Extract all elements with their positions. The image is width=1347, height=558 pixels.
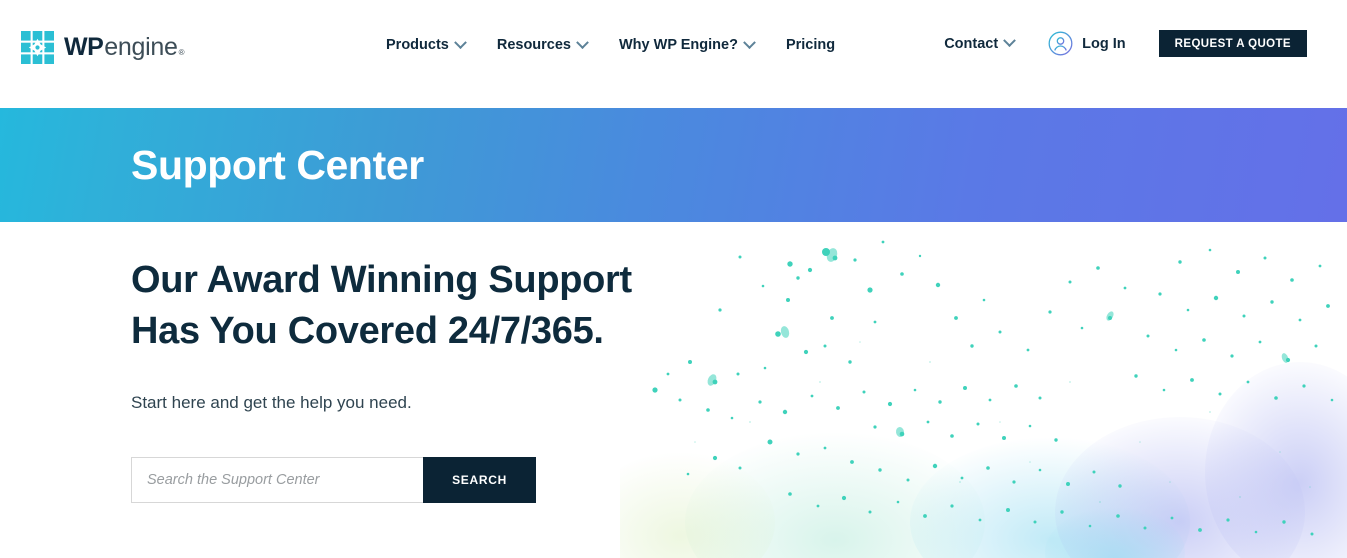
nav-label-resources: Resources — [496, 37, 571, 53]
nav-item-products[interactable]: Products — [386, 34, 467, 56]
watercolor-splatter-artwork — [620, 222, 1347, 558]
subheadline-text: Start here and get the help you need. — [131, 393, 412, 413]
nav-item-why-wp-engine[interactable]: Why WP Engine? — [619, 34, 756, 56]
request-a-quote-button[interactable]: REQUEST A QUOTE — [1158, 30, 1307, 57]
nav-label-contact: Contact — [944, 35, 999, 52]
search-button[interactable]: SEARCH — [423, 457, 536, 504]
headline-line-2: Has You Covered 24/7/365. — [131, 309, 604, 352]
nav-item-resources[interactable]: Resources — [496, 34, 589, 56]
chevron-down-icon — [1003, 34, 1017, 48]
chevron-down-icon — [743, 35, 756, 49]
logo-text-engine: engine — [104, 33, 178, 61]
wpengine-logo[interactable]: WP engine ® — [21, 31, 184, 64]
logo-trademark: ® — [178, 48, 185, 57]
nav-label-products: Products — [386, 37, 449, 53]
nav-label-why-wp-engine: Why WP Engine? — [619, 37, 738, 53]
wpengine-wordmark: WP engine ® — [64, 35, 184, 60]
hero-copy-block: Our Award Winning Support Has You Covere… — [131, 255, 632, 504]
page-title: Support Center — [131, 141, 424, 188]
support-center-page: WP engine ® Products Resources Why WP En… — [0, 0, 1347, 558]
logo-text-wp: WP — [64, 33, 104, 61]
primary-navigation: Products Resources Why WP Engine? Pricin… — [386, 34, 835, 56]
search-input[interactable] — [131, 457, 423, 504]
support-search-form: SEARCH — [131, 457, 632, 504]
chevron-down-icon — [576, 35, 589, 49]
utility-navigation: Contact Log In REQUEST A QUOTE — [944, 30, 1307, 57]
chevron-down-icon — [453, 35, 467, 49]
login-label: Log In — [1082, 35, 1126, 52]
nav-item-pricing[interactable]: Pricing — [786, 34, 835, 56]
headline-line-1: Our Award Winning Support — [131, 259, 632, 301]
hero-banner: Support Center — [0, 108, 1347, 222]
nav-item-contact[interactable]: Contact — [944, 33, 1017, 55]
wpengine-grid-icon — [21, 31, 54, 64]
login-link[interactable]: Log In — [1048, 31, 1126, 56]
nav-label-pricing: Pricing — [785, 37, 836, 53]
site-header: WP engine ® Products Resources Why WP En… — [0, 0, 1347, 108]
main-headline: Our Award Winning Support Has You Covere… — [131, 255, 632, 356]
user-circle-icon — [1048, 31, 1073, 56]
main-content: Our Award Winning Support Has You Covere… — [0, 222, 1347, 558]
